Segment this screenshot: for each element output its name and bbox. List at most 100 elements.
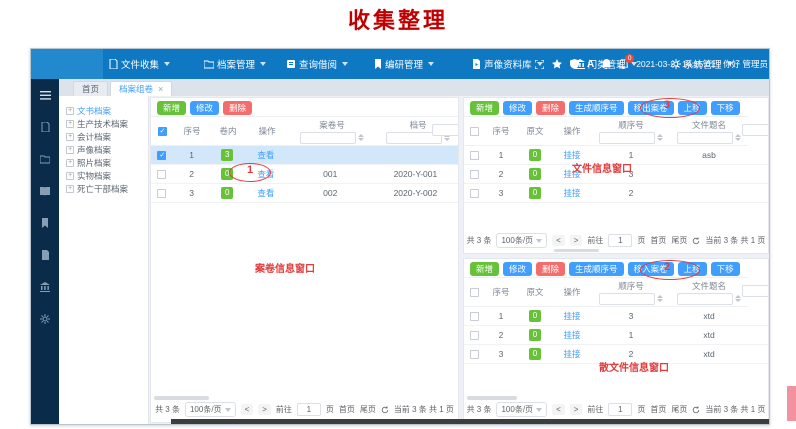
order-no-filter-input[interactable]: [599, 293, 655, 305]
file-no-filter-input[interactable]: [300, 132, 356, 144]
sort-arrows-icon[interactable]: [358, 134, 364, 141]
title-filter-input[interactable]: [677, 132, 733, 144]
hamburger-menu-icon[interactable]: [40, 87, 51, 105]
next-page-button[interactable]: >: [570, 404, 583, 415]
tab-home[interactable]: 首页: [73, 81, 108, 96]
cut-off-filter-input[interactable]: [742, 285, 769, 297]
row-checkbox[interactable]: [470, 331, 479, 340]
table-row[interactable]: 1 3 查看: [151, 146, 458, 165]
last-page-link[interactable]: 尾页: [360, 404, 376, 415]
star-icon[interactable]: [552, 59, 562, 69]
folder-icon[interactable]: [40, 151, 50, 169]
last-page-link[interactable]: 尾页: [671, 404, 687, 415]
last-page-link[interactable]: 尾页: [671, 235, 687, 246]
attach-link[interactable]: 挂接: [563, 348, 580, 360]
first-page-link[interactable]: 首页: [339, 404, 355, 415]
document-icon[interactable]: [41, 119, 50, 137]
menu-compilation[interactable]: 编研管理: [374, 57, 434, 71]
horizontal-scrollbar[interactable]: [554, 249, 599, 252]
move-down-button[interactable]: 下移: [711, 262, 740, 276]
table-row[interactable]: 3 0 查看 002 2020-Y-002: [151, 184, 458, 203]
user-greeting[interactable]: 你好 管理员: [723, 58, 768, 70]
order-no-filter-input[interactable]: [599, 132, 655, 144]
view-link[interactable]: 查看: [257, 187, 274, 199]
cut-off-filter-input[interactable]: [742, 124, 769, 136]
next-page-button[interactable]: >: [258, 404, 271, 415]
gear-icon[interactable]: [40, 311, 50, 329]
sort-arrows-icon[interactable]: [735, 295, 741, 302]
building-icon[interactable]: [40, 279, 50, 297]
table-row[interactable]: 2 0 查看 001 2020-Y-001: [151, 165, 458, 184]
delete-button[interactable]: 删除: [536, 262, 565, 276]
menu-file-collection[interactable]: 文件收集: [109, 57, 170, 71]
edit-button[interactable]: 修改: [190, 101, 219, 115]
expand-icon[interactable]: [66, 107, 74, 115]
cut-off-filter-input[interactable]: [432, 124, 459, 136]
refresh-icon[interactable]: [692, 406, 700, 414]
page-input[interactable]: [608, 403, 632, 416]
prev-page-button[interactable]: <: [552, 235, 565, 246]
bookmark-icon[interactable]: [41, 215, 49, 233]
sort-arrows-icon[interactable]: [735, 134, 741, 141]
attach-link[interactable]: 挂接: [563, 187, 580, 199]
add-button[interactable]: 新增: [470, 101, 499, 115]
notification-bell-icon[interactable]: 0: [619, 59, 628, 69]
prev-page-button[interactable]: <: [552, 404, 565, 415]
first-page-link[interactable]: 首页: [650, 404, 666, 415]
table-row[interactable]: 2 0 挂接 1 xtd: [464, 326, 768, 345]
row-checkbox[interactable]: [157, 151, 166, 160]
add-button[interactable]: 新增: [157, 101, 186, 115]
font-size-icon[interactable]: A: [587, 59, 594, 70]
page-input[interactable]: [608, 234, 632, 247]
tree-item-photo-archive[interactable]: 照片档案: [66, 156, 148, 169]
media-file-icon[interactable]: [41, 247, 50, 265]
row-checkbox[interactable]: [470, 350, 479, 359]
tab-archive-grouping[interactable]: 档案组卷 ×: [110, 81, 172, 96]
generate-order-button[interactable]: 生成顺序号: [569, 101, 624, 115]
refresh-icon[interactable]: [692, 237, 700, 245]
select-all-checkbox[interactable]: [470, 127, 479, 136]
tree-item-av-archive[interactable]: 声像档案: [66, 143, 148, 156]
menu-av-library[interactable]: 声像资料库: [472, 57, 543, 71]
select-all-checkbox[interactable]: [158, 127, 167, 136]
fullscreen-icon[interactable]: [535, 60, 544, 69]
page-size-select[interactable]: 100条/页: [496, 233, 547, 248]
table-row[interactable]: 1 0 挂接 3 xtd: [464, 307, 768, 326]
close-icon[interactable]: ×: [158, 84, 163, 94]
row-checkbox[interactable]: [470, 312, 479, 321]
tree-item-document-archive[interactable]: 文书档案: [66, 104, 148, 117]
edit-button[interactable]: 修改: [503, 101, 532, 115]
first-page-link[interactable]: 首页: [650, 235, 666, 246]
attach-link[interactable]: 挂接: [563, 329, 580, 341]
expand-icon[interactable]: [66, 133, 74, 141]
sort-arrows-icon[interactable]: [657, 134, 663, 141]
tree-item-accounting-archive[interactable]: 会计档案: [66, 130, 148, 143]
delete-button[interactable]: 删除: [223, 101, 252, 115]
row-checkbox[interactable]: [157, 170, 166, 179]
prev-page-button[interactable]: <: [241, 404, 254, 415]
row-checkbox[interactable]: [470, 170, 479, 179]
menu-archive-management[interactable]: 档案管理: [204, 57, 266, 71]
move-down-button[interactable]: 下移: [711, 101, 740, 115]
expand-icon[interactable]: [66, 120, 74, 128]
table-row[interactable]: 3 0 挂接 2: [464, 184, 768, 203]
tree-item-physical-archive[interactable]: 实物档案: [66, 169, 148, 182]
page-size-select[interactable]: 100条/页: [496, 402, 547, 417]
menu-query-borrow[interactable]: 查询借阅: [286, 57, 348, 71]
view-link[interactable]: 查看: [257, 149, 274, 161]
row-checkbox[interactable]: [470, 189, 479, 198]
expand-icon[interactable]: [66, 172, 74, 180]
delete-button[interactable]: 删除: [536, 101, 565, 115]
row-checkbox[interactable]: [157, 189, 166, 198]
tree-item-production-tech-archive[interactable]: 生产技术档案: [66, 117, 148, 130]
horizontal-scrollbar[interactable]: [467, 396, 517, 400]
row-checkbox[interactable]: [470, 151, 479, 160]
generate-order-button[interactable]: 生成顺序号: [569, 262, 624, 276]
next-page-button[interactable]: >: [570, 235, 583, 246]
page-input[interactable]: [297, 403, 321, 416]
horizontal-scrollbar[interactable]: [154, 396, 209, 400]
edit-button[interactable]: 修改: [503, 262, 532, 276]
page-size-select[interactable]: 100条/页: [185, 402, 236, 417]
expand-icon[interactable]: [66, 146, 74, 154]
book-icon[interactable]: [40, 183, 50, 201]
